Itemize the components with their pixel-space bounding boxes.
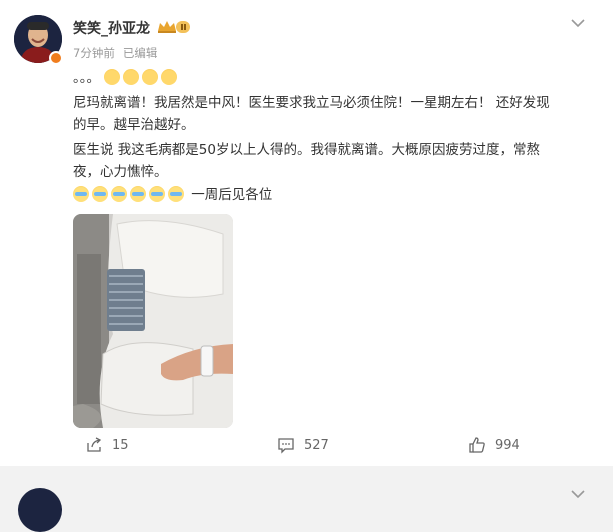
post-text-line-2: 尼玛就离谱！我居然是中风！医生要求我立马必须住院！一星期左右！ 还好发现 bbox=[73, 95, 550, 111]
comment-count: 527 bbox=[304, 437, 329, 453]
repost-button[interactable]: 15 bbox=[85, 436, 129, 454]
share-icon bbox=[87, 437, 102, 452]
next-post-avatar[interactable] bbox=[18, 488, 62, 532]
crying-emoji-icon bbox=[92, 186, 108, 202]
thumbs-up-icon bbox=[469, 437, 485, 453]
post-text-line-6: 一周后见各位 bbox=[73, 184, 593, 206]
crying-emoji-icon bbox=[168, 186, 184, 202]
post-time[interactable]: 7分钟前 bbox=[73, 46, 115, 60]
edited-label[interactable]: 已编辑 bbox=[123, 46, 158, 60]
crying-emoji-icon bbox=[73, 186, 89, 202]
crying-emoji-icon bbox=[149, 186, 165, 202]
closing-text: 一周后见各位 bbox=[191, 187, 273, 203]
crying-emoji-icon bbox=[111, 186, 127, 202]
laugh-cry-emoji-icon bbox=[104, 69, 121, 85]
post-text-line-5: 夜，心力憔悴。 bbox=[73, 164, 168, 180]
user-name[interactable]: 笑笑_孙亚龙 bbox=[73, 18, 150, 38]
ellipsis-text: 。。。 bbox=[73, 70, 100, 86]
post-photo[interactable] bbox=[73, 214, 233, 428]
post-actions-bar: 15 527 994 bbox=[73, 436, 593, 458]
post-meta: 7分钟前 已编辑 bbox=[73, 45, 157, 61]
post-text-line-4: 医生说 我这毛病都是50岁以上人得的。我得就离谱。大概原因疲劳过度，常熬 bbox=[73, 142, 540, 158]
post-text-line-3: 的早。越早治越好。 bbox=[73, 117, 195, 133]
crying-emoji-icon bbox=[130, 186, 146, 202]
laugh-cry-emoji-icon bbox=[123, 69, 140, 85]
like-button[interactable]: 994 bbox=[468, 436, 520, 454]
vip-crown-badge-icon[interactable] bbox=[156, 19, 192, 35]
verified-badge-icon bbox=[49, 51, 63, 65]
comment-icon bbox=[278, 438, 294, 454]
laugh-cry-emoji-icon bbox=[142, 69, 159, 85]
comment-button[interactable]: 527 bbox=[277, 436, 329, 454]
weibo-post-card: 笑笑_孙亚龙 7分钟前 已编辑 。。。 尼玛就离谱！我居然是中风！医生要求我立马必… bbox=[0, 0, 613, 466]
like-count: 994 bbox=[495, 437, 520, 453]
post-menu-chevron-icon[interactable] bbox=[570, 14, 586, 28]
repost-count: 15 bbox=[112, 437, 129, 453]
laugh-cry-emoji-icon bbox=[161, 69, 178, 85]
post-text-line-1: 。。。 bbox=[73, 67, 593, 89]
